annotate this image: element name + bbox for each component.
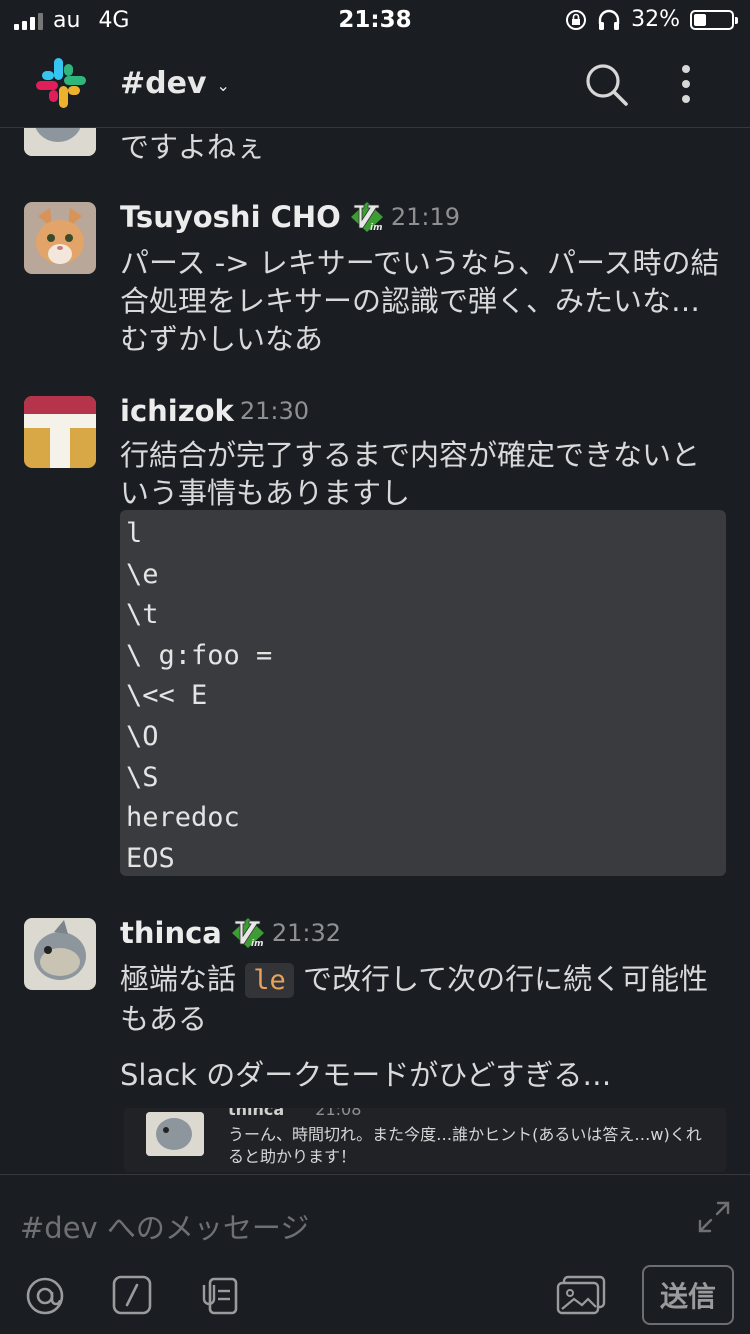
code-line: \S <box>126 761 159 793</box>
code-line: l <box>126 518 143 549</box>
headphones-icon <box>598 9 620 30</box>
inline-code: le <box>245 963 294 998</box>
timestamp: 21:32 <box>271 919 342 947</box>
orientation-lock-icon <box>566 9 587 30</box>
avatar[interactable] <box>24 918 96 990</box>
message-text: 行結合が完了するまで内容が確定できないという事情もありますし <box>120 438 701 510</box>
unfurl-text: うーん、時間切れ。また今度…誰かヒント(あるいは答え…w)くれると助かります！ <box>228 1125 702 1166</box>
vim-emoji-icon: im <box>350 202 383 233</box>
unfurl-header: thinca 21:08 <box>228 1108 361 1119</box>
message-composer: #dev へのメッセージ 送信 <box>0 1174 750 1334</box>
status-bar: au 4G 21:38 32% <box>0 0 750 42</box>
slash-command-icon[interactable] <box>112 1275 152 1315</box>
photo-icon[interactable] <box>556 1275 608 1315</box>
cat-avatar-icon <box>24 202 96 274</box>
message-text: Slack のダークモードがひどすぎる… <box>120 1058 612 1092</box>
code-line: \<< E <box>126 680 208 712</box>
message-unfurl[interactable]: thinca 21:08 うーん、時間切れ。また今度…誰かヒント(あるいは答え…… <box>124 1108 726 1172</box>
slack-logo-icon[interactable] <box>34 56 88 110</box>
svg-text:im: im <box>251 939 263 949</box>
mention-icon[interactable] <box>24 1275 66 1317</box>
message-text-part: 極端な話 <box>120 962 246 996</box>
expand-icon[interactable] <box>696 1199 732 1235</box>
sunfish-avatar-icon <box>24 918 96 990</box>
avatar <box>146 1112 204 1156</box>
timestamp: 21:30 <box>239 397 309 425</box>
battery-icon <box>690 9 738 30</box>
unfurl-time: 21:08 <box>315 1108 362 1119</box>
message-text: 極端な話 le で改行して次の行に続く可能性もある <box>120 960 720 1038</box>
battery-percent: 32% <box>631 7 680 32</box>
sunfish-avatar-icon <box>146 1112 204 1156</box>
code-block: l \e \t \ g:foo = \<< E \O \S heredoc EO… <box>120 510 726 876</box>
avatar[interactable] <box>24 202 96 274</box>
avatar <box>24 128 96 156</box>
avatar[interactable] <box>24 396 96 468</box>
vim-emoji-icon: im <box>231 918 264 949</box>
search-icon[interactable] <box>584 62 630 108</box>
send-button[interactable]: 送信 <box>642 1265 734 1325</box>
code-line: heredoc <box>126 802 240 834</box>
unfurl-username: thinca <box>228 1108 285 1119</box>
message-header: thinca im 21:32 <box>120 916 341 950</box>
message-input[interactable]: #dev へのメッセージ <box>20 1205 309 1247</box>
sunfish-avatar-icon <box>24 128 96 156</box>
svg-text:im: im <box>370 223 382 233</box>
code-line: \e <box>126 558 159 590</box>
timestamp: 21:19 <box>390 203 460 231</box>
message-text: ですよねぇ <box>120 130 266 164</box>
message-header: ichizok 21:30 <box>120 394 309 428</box>
more-vertical-icon[interactable] <box>676 64 696 104</box>
message-text: パース -> レキサーでいうなら、パース時の結合処理をレキサーの認識で弾く、みた… <box>120 246 720 356</box>
chevron-down-icon: ⌄ <box>216 76 230 95</box>
status-right: 32% <box>565 7 738 32</box>
username[interactable]: thinca <box>120 916 222 950</box>
channel-name[interactable]: #dev ⌄ <box>120 66 230 101</box>
message-header: Tsuyoshi CHO im 21:19 <box>120 200 460 234</box>
code-line: \O <box>126 720 159 752</box>
channel-title: #dev <box>120 66 207 101</box>
ichizok-avatar-icon <box>24 396 96 468</box>
message-list[interactable]: ですよねぇ Tsuyoshi CHO im 21:19 パース -> レキサーで… <box>0 128 750 1174</box>
code-line: \ g:foo = <box>126 639 273 671</box>
shortcut-icon[interactable] <box>200 1275 240 1317</box>
username[interactable]: ichizok <box>120 394 234 428</box>
code-line: \t <box>126 599 159 631</box>
channel-header: #dev ⌄ <box>0 42 750 128</box>
code-line: EOS <box>126 842 175 874</box>
username[interactable]: Tsuyoshi CHO <box>120 200 341 234</box>
